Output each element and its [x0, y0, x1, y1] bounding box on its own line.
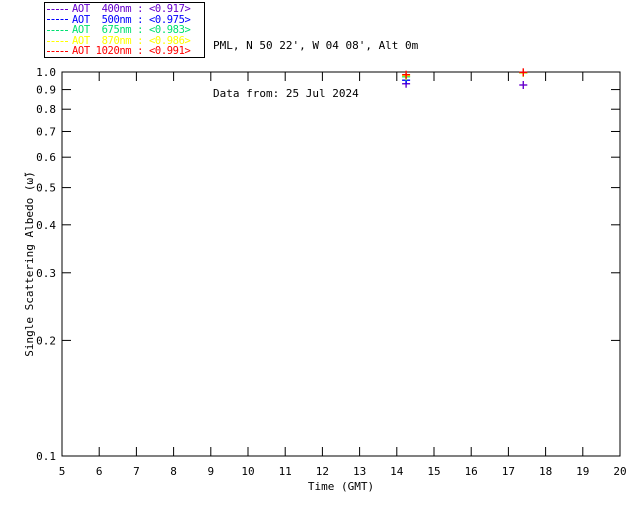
y-tick-label: 0.6: [36, 151, 56, 164]
x-tick-label: 20: [613, 465, 626, 478]
x-tick-label: 14: [390, 465, 404, 478]
legend-item-label: AOT 400nm : <0.917>: [72, 4, 190, 15]
x-tick-label: 9: [207, 465, 214, 478]
data-date-text: Data from: 25 Jul 2024: [213, 86, 418, 102]
site-location-text: PML, N 50 22', W 04 08', Alt 0m: [213, 38, 418, 54]
legend-line-swatch: [47, 51, 68, 52]
x-tick-label: 19: [576, 465, 589, 478]
x-tick-label: 7: [133, 465, 140, 478]
x-axis-label: Time (GMT): [308, 480, 374, 493]
legend-item: AOT 400nm : <0.917>: [47, 4, 204, 15]
x-tick-label: 16: [465, 465, 478, 478]
legend-line-swatch: [47, 41, 68, 42]
x-tick-label: 10: [241, 465, 254, 478]
site-header: PML, N 50 22', W 04 08', Alt 0m Data fro…: [213, 6, 418, 134]
x-tick-label: 12: [316, 465, 329, 478]
y-axis-label: Single Scattering Albedo (ω̃): [23, 171, 36, 356]
legend-box: AOT 400nm : <0.917>AOT 500nm : <0.975>AO…: [44, 2, 205, 58]
y-tick-label: 0.7: [36, 125, 56, 138]
y-tick-label: 0.2: [36, 334, 56, 347]
legend-line-swatch: [47, 30, 68, 31]
y-tick-label: 0.8: [36, 103, 56, 116]
y-tick-label: 0.3: [36, 267, 56, 280]
x-tick-label: 5: [59, 465, 66, 478]
x-tick-label: 15: [427, 465, 440, 478]
x-tick-label: 6: [96, 465, 103, 478]
ssa-plot-window: 5 6 7 8 9 10 11 12 13 14 15 16 17 18 19 20 0.1 0.2 0.3 0.4 0…: [0, 0, 640, 512]
legend-item: AOT 1020nm : <0.991>: [47, 46, 204, 57]
x-tick-label: 11: [279, 465, 292, 478]
y-tick-label: 0.9: [36, 84, 56, 97]
legend-item-label: AOT 1020nm : <0.991>: [72, 46, 190, 57]
x-tick-label: 8: [170, 465, 177, 478]
y-tick-label: 1.0: [36, 66, 56, 79]
y-tick-label: 0.1: [36, 450, 56, 463]
x-tick-label: 18: [539, 465, 552, 478]
legend-line-swatch: [47, 19, 68, 20]
y-tick-label: 0.5: [36, 182, 56, 195]
x-tick-label: 13: [353, 465, 366, 478]
legend-line-swatch: [47, 9, 68, 10]
y-tick-label: 0.4: [36, 219, 56, 232]
x-tick-label: 17: [502, 465, 515, 478]
